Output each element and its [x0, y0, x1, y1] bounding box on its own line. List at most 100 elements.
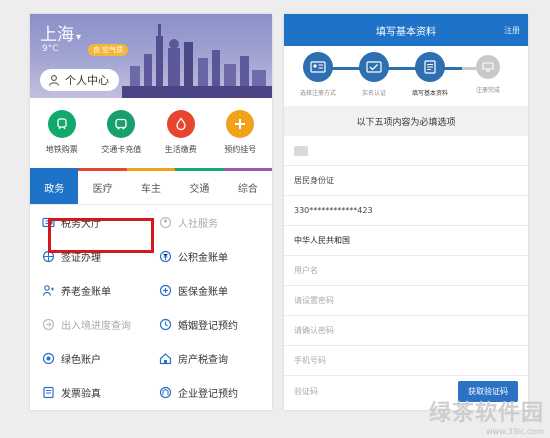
tab-car-owner[interactable]: 车主	[127, 171, 175, 204]
grid-item-label: 企业登记预约	[178, 388, 238, 400]
chevron-down-icon: ▾	[76, 32, 82, 43]
city-banner: 上海 ▾ 9°C 良 空气质 个人中心	[30, 14, 272, 98]
tab-government[interactable]: 政务	[30, 171, 79, 204]
grid-item-label: 签证办理	[61, 252, 101, 264]
phone-input[interactable]: 手机号码	[284, 346, 528, 376]
grid-item-social-service[interactable]: 人社服务	[151, 205, 268, 239]
tax-hall-icon	[42, 217, 55, 227]
property-tax-icon	[159, 352, 172, 364]
step-label: 填写基本资料	[411, 90, 448, 97]
grid-item-label: 出入境进度查询	[61, 320, 131, 332]
user-center-button[interactable]: 个人中心	[40, 69, 119, 91]
skyline-image	[122, 24, 272, 98]
monitor-icon	[476, 55, 500, 79]
tab-traffic[interactable]: 交通	[175, 171, 223, 204]
grid-item-visa[interactable]: 签证办理	[34, 239, 151, 273]
step-label: 注册完成	[475, 87, 500, 94]
page-title: 填写基本资料	[376, 26, 436, 38]
grid-item-pension[interactable]: 养老金账单	[34, 273, 151, 307]
quick-services: 地铁购票 交通卡充值 生活缴费 预约挂号	[30, 98, 272, 168]
air-quality-badge: 良 空气质	[88, 44, 129, 56]
category-tabs: 政务 医疗 车主 交通 综合	[30, 171, 272, 205]
required-notice: 以下五项内容为必填选项	[284, 106, 528, 136]
grid-item-label: 房产税查询	[178, 354, 228, 366]
grid-item-label: 公积金账单	[178, 252, 228, 264]
left-phone-screen: 上海 ▾ 9°C 良 空气质 个人中心 地铁购票 交通卡充值 生活缴费 预约挂号…	[30, 14, 272, 410]
grid-row: 税务大厅 人社服务	[34, 205, 268, 239]
tab-general[interactable]: 综合	[224, 171, 272, 204]
register-link[interactable]: 注册	[504, 25, 520, 36]
step-label: 选择注册方式	[299, 90, 336, 97]
pension-icon	[42, 284, 54, 296]
service-appointment[interactable]: 预约挂号	[211, 110, 269, 168]
id-type-field[interactable]: 居民身份证	[284, 166, 528, 196]
registration-form: 居民身份证 330************423 中华人民共和国 用户名 请设置…	[284, 136, 528, 406]
step-choose-method: 选择注册方式	[290, 52, 346, 97]
step-label: 实名认证	[361, 90, 386, 97]
grid-item-marriage[interactable]: 婚姻登记预约	[151, 307, 268, 341]
watermark: 绿茶软件园 www.33lc.com	[429, 395, 544, 436]
watermark-text: 绿茶软件园	[428, 401, 544, 426]
grid-item-label: 发票验真	[61, 388, 101, 400]
marriage-icon	[159, 318, 172, 330]
visa-icon	[42, 250, 55, 262]
verify-code-input[interactable]: 验证码	[294, 386, 318, 397]
grid-item-label: 税务大厅	[61, 218, 101, 230]
grid-item-green-account[interactable]: 绿色账户	[34, 341, 151, 375]
service-subway-ticket[interactable]: 地铁购票	[33, 110, 91, 168]
tab-medical[interactable]: 医疗	[78, 171, 126, 204]
city-name: 上海	[40, 25, 74, 45]
grid-item-property-tax[interactable]: 房产税查询	[151, 341, 268, 375]
service-label: 交通卡充值	[101, 145, 142, 154]
step-fill-info: 填写基本资料	[402, 52, 458, 97]
transit-card-icon	[107, 110, 136, 138]
grid-item-enterprise[interactable]: 企业登记预约	[151, 375, 268, 409]
appointment-icon	[226, 110, 255, 138]
fund-bill-icon	[159, 250, 172, 262]
grid-item-label: 养老金账单	[61, 286, 111, 298]
immigration-icon	[42, 318, 55, 330]
grid-row: 绿色账户 房产税查询	[34, 341, 268, 375]
grid-item-tax-hall[interactable]: 税务大厅	[34, 205, 151, 239]
service-label: 生活缴费	[164, 145, 197, 154]
username-input[interactable]: 用户名	[284, 256, 528, 286]
service-label: 预约挂号	[224, 145, 257, 154]
service-grid: 税务大厅 人社服务 签证办理 公积金账单 养老金账单 医保金账单 出入境进度查询…	[30, 205, 272, 409]
form-icon	[415, 52, 445, 82]
service-label: 地铁购票	[45, 145, 78, 154]
grid-row: 出入境进度查询 婚姻登记预约	[34, 307, 268, 341]
blurred-name	[294, 145, 308, 156]
subway-icon	[47, 110, 76, 138]
service-transit-card[interactable]: 交通卡充值	[92, 110, 150, 168]
nationality-field[interactable]: 中华人民共和国	[284, 226, 528, 256]
user-center-label: 个人中心	[65, 74, 109, 87]
confirm-password-input[interactable]: 请确认密码	[284, 316, 528, 346]
grid-item-immigration[interactable]: 出入境进度查询	[34, 307, 151, 341]
social-service-icon	[159, 216, 172, 228]
grid-row: 发票验真 企业登记预约	[34, 375, 268, 409]
grid-item-fund-bill[interactable]: 公积金账单	[151, 239, 268, 273]
service-utility-bill[interactable]: 生活缴费	[152, 110, 210, 168]
name-field[interactable]	[284, 136, 528, 166]
watermark-url: www.33lc.com	[486, 427, 544, 436]
password-input[interactable]: 请设置密码	[284, 286, 528, 316]
card-check-icon	[359, 52, 389, 82]
id-card-icon	[303, 52, 333, 82]
right-phone-screen: 填写基本资料 注册 选择注册方式 实名认证 填写基本资料 注册完成 以下五项内容…	[284, 14, 528, 410]
grid-item-label: 人社服务	[178, 218, 218, 230]
grid-item-invoice[interactable]: 发票验真	[34, 375, 151, 409]
city-selector[interactable]: 上海 ▾	[40, 20, 81, 45]
id-number-field[interactable]: 330************423	[284, 196, 528, 226]
registration-steps: 选择注册方式 实名认证 填写基本资料 注册完成	[284, 46, 528, 106]
medical-insurance-icon	[159, 284, 172, 296]
grid-item-label: 绿色账户	[61, 354, 101, 366]
invoice-icon	[43, 386, 54, 398]
grid-row: 养老金账单 医保金账单	[34, 273, 268, 307]
step-verify: 实名认证	[346, 52, 402, 97]
grid-item-label: 婚姻登记预约	[178, 320, 238, 332]
header-bar: 填写基本资料 注册	[284, 14, 528, 46]
green-account-icon	[42, 352, 55, 364]
user-icon	[48, 75, 60, 86]
grid-item-medical-insurance[interactable]: 医保金账单	[151, 273, 268, 307]
step-complete: 注册完成	[460, 52, 516, 94]
